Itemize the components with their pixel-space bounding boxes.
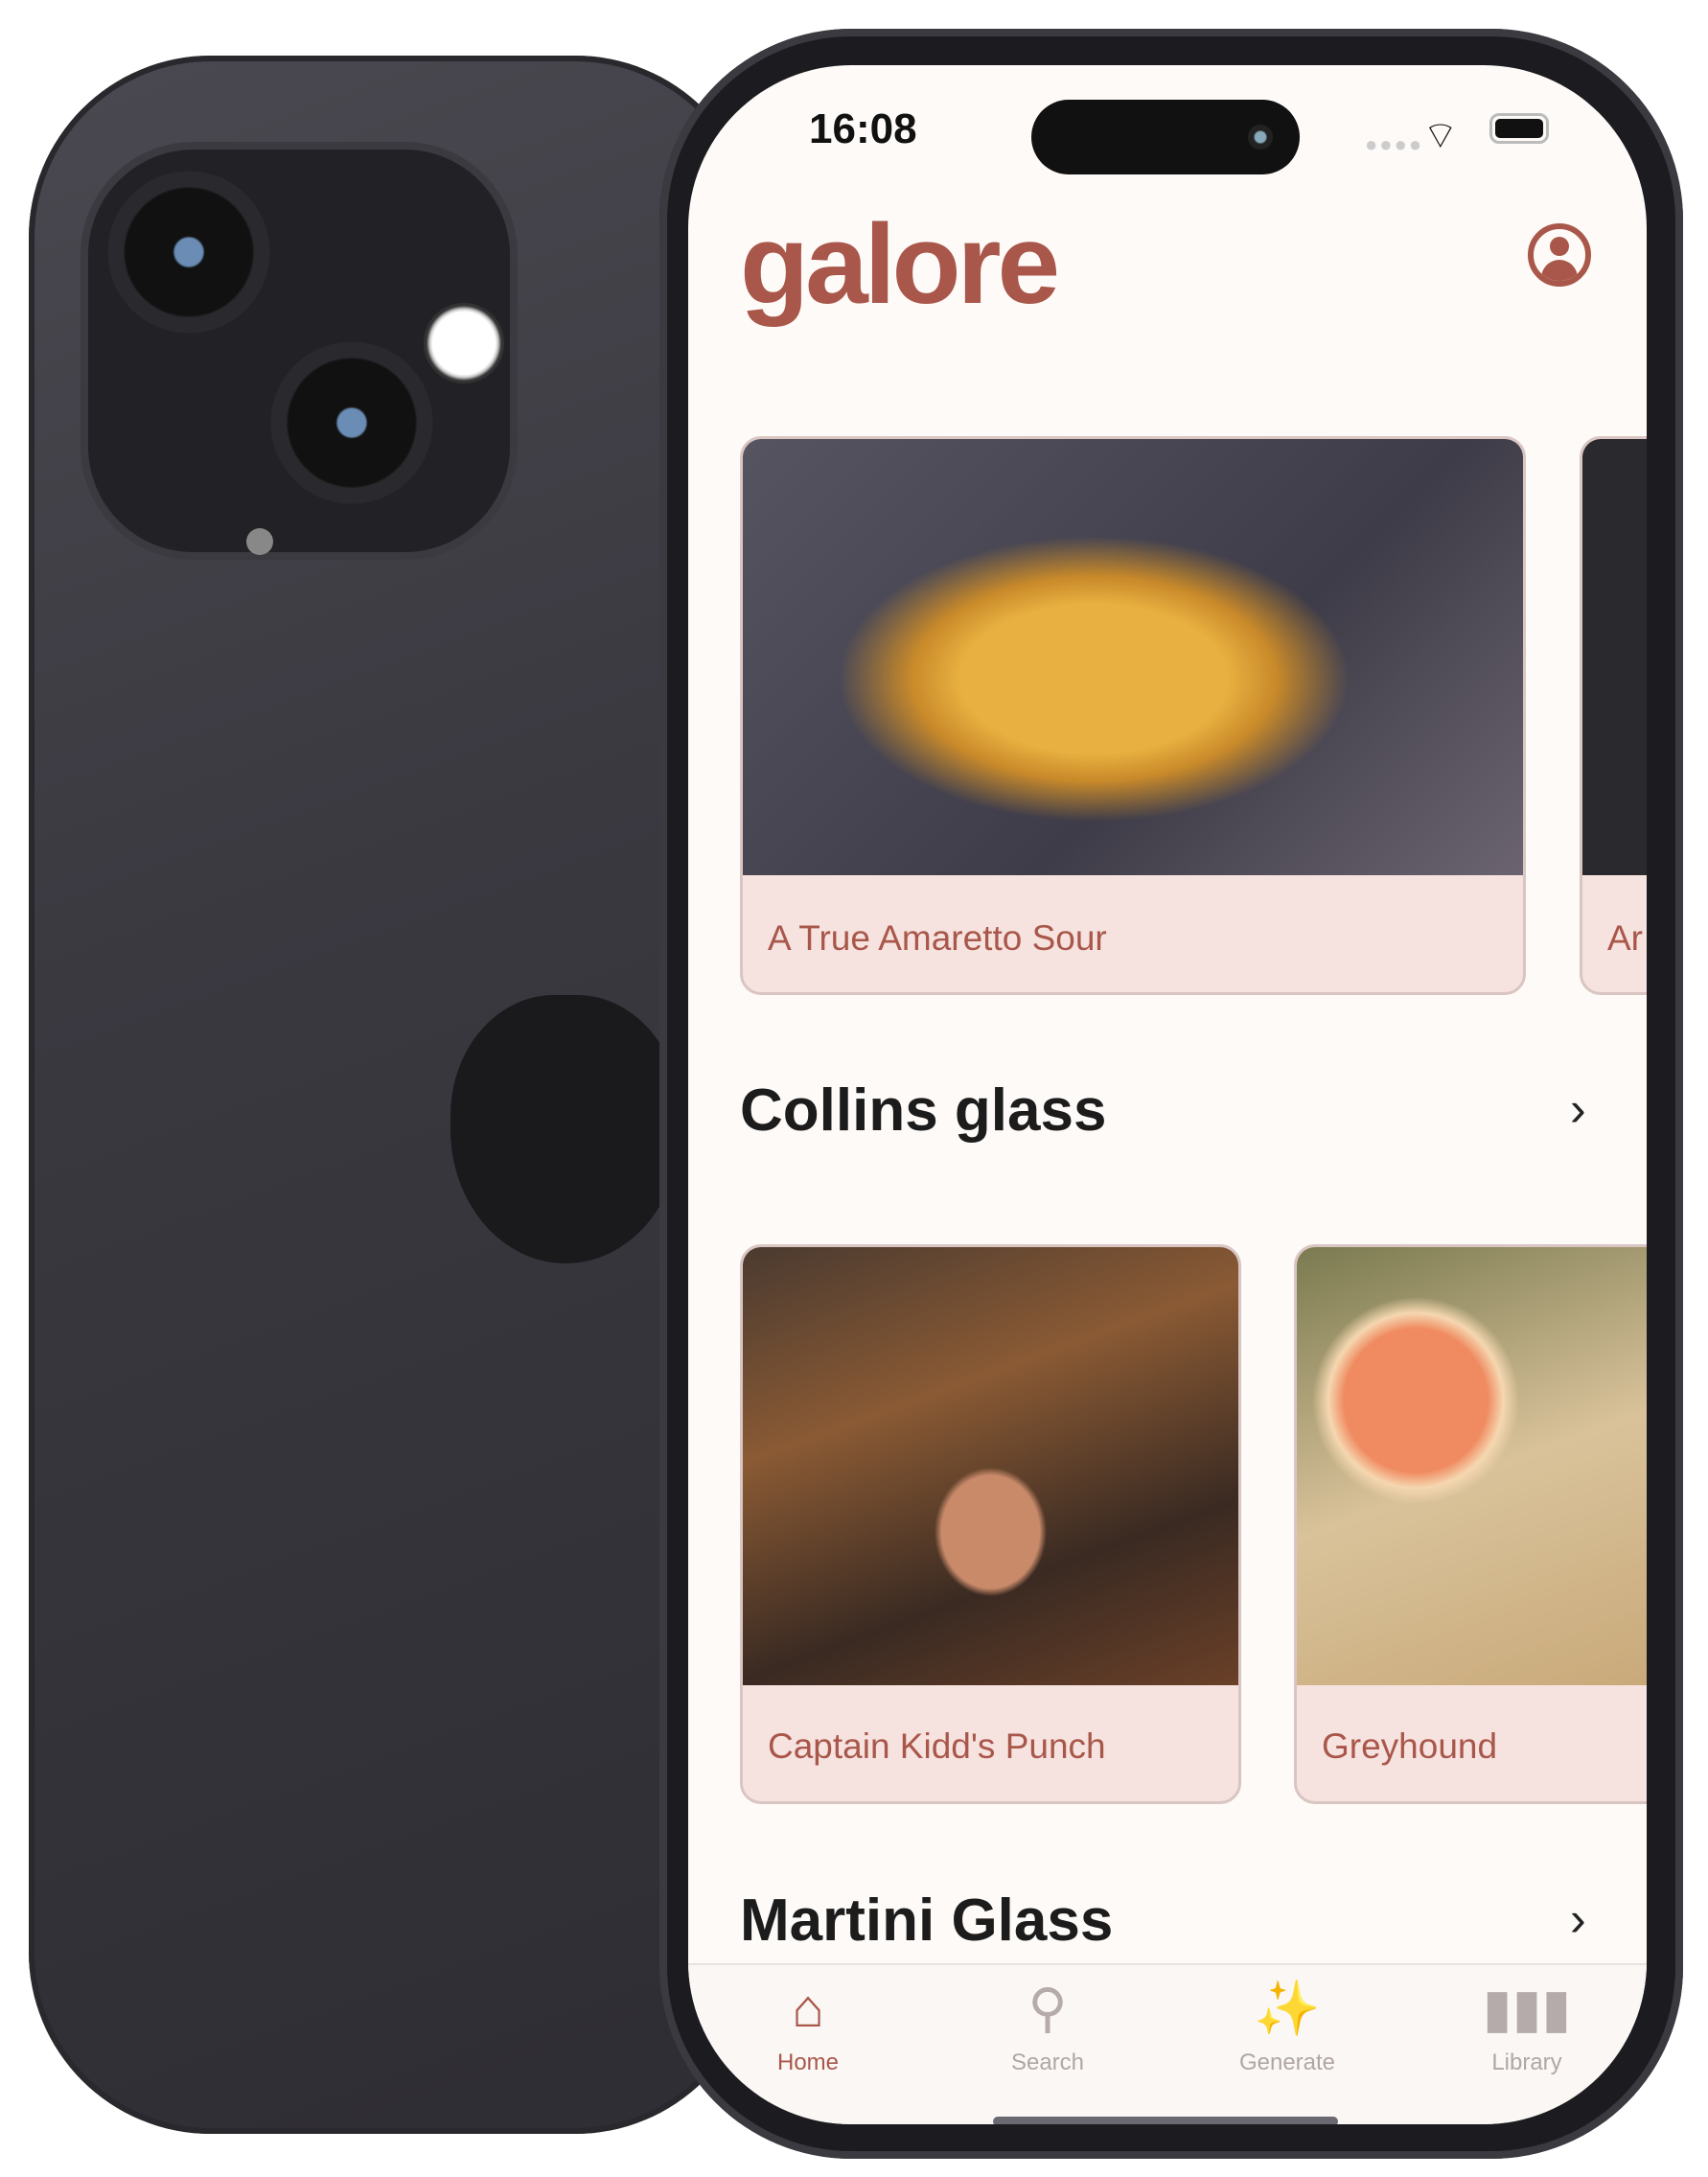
chevron-right-icon[interactable]: › (1570, 1081, 1586, 1137)
dynamic-island (1031, 100, 1300, 174)
drink-title: A True Amaretto Sour (768, 918, 1107, 958)
tab-generate[interactable]: ✨ Generate (1167, 1965, 1407, 2076)
drink-image (1582, 439, 1647, 875)
battery-icon (1489, 113, 1549, 144)
section-title[interactable]: Collins glass (740, 1077, 1106, 1145)
section-title[interactable]: Martini Glass (740, 1887, 1113, 1955)
camera-lens-icon (107, 171, 270, 334)
tab-label: Search (1010, 2050, 1085, 2075)
books-icon: ▮▮▮ (1482, 1978, 1572, 2038)
camera-lens-icon (270, 341, 433, 504)
home-indicator[interactable] (993, 2117, 1338, 2124)
tab-home[interactable]: ⌂ Home (688, 1965, 928, 2076)
status-time: 16:08 (809, 105, 917, 152)
drink-image (1297, 1247, 1647, 1685)
chevron-right-icon[interactable]: › (1570, 1891, 1586, 1947)
tab-label: Home (776, 2050, 840, 2075)
tab-bar: ⌂ Home ⚲ Search ✨ Generate ▮▮▮ Library (688, 1963, 1647, 2124)
tab-label: Generate (1238, 2050, 1336, 2075)
drink-card[interactable]: Ar (1580, 436, 1647, 995)
back-phone (29, 56, 757, 2134)
app-screen: 16:08 ●●●● ︎⌔ galore A True Amaretto Sou… (688, 65, 1647, 2124)
wifi-icon: ︎⌔ (1422, 115, 1459, 157)
drink-card[interactable]: A True Amaretto Sour (740, 436, 1526, 995)
drink-title: Captain Kidd's Punch (768, 1726, 1106, 1766)
tab-label: Library (1491, 2050, 1562, 2075)
house-icon: ⌂ (792, 1978, 824, 2038)
drink-card[interactable]: Greyhound (1294, 1244, 1647, 1804)
drink-title: Ar (1607, 918, 1643, 958)
drink-image (743, 1247, 1238, 1685)
magnifier-icon: ⚲ (1027, 1978, 1068, 2038)
tab-library[interactable]: ▮▮▮ Library (1407, 1965, 1647, 2076)
flash-icon (424, 303, 504, 383)
tab-search[interactable]: ⚲ Search (928, 1965, 1167, 2076)
drink-image (743, 439, 1523, 875)
microphone-icon (246, 528, 273, 555)
app-logo: galore (740, 201, 1060, 328)
person-circle-icon[interactable] (1528, 223, 1591, 287)
camera-module (88, 150, 510, 555)
magic-wand-icon: ✨ (1254, 1978, 1321, 2038)
signal-icon: ●●●● (1365, 132, 1424, 156)
drink-title: Greyhound (1322, 1726, 1498, 1766)
drink-card[interactable]: Captain Kidd's Punch (740, 1244, 1241, 1804)
apple-logo-icon (450, 995, 681, 1263)
